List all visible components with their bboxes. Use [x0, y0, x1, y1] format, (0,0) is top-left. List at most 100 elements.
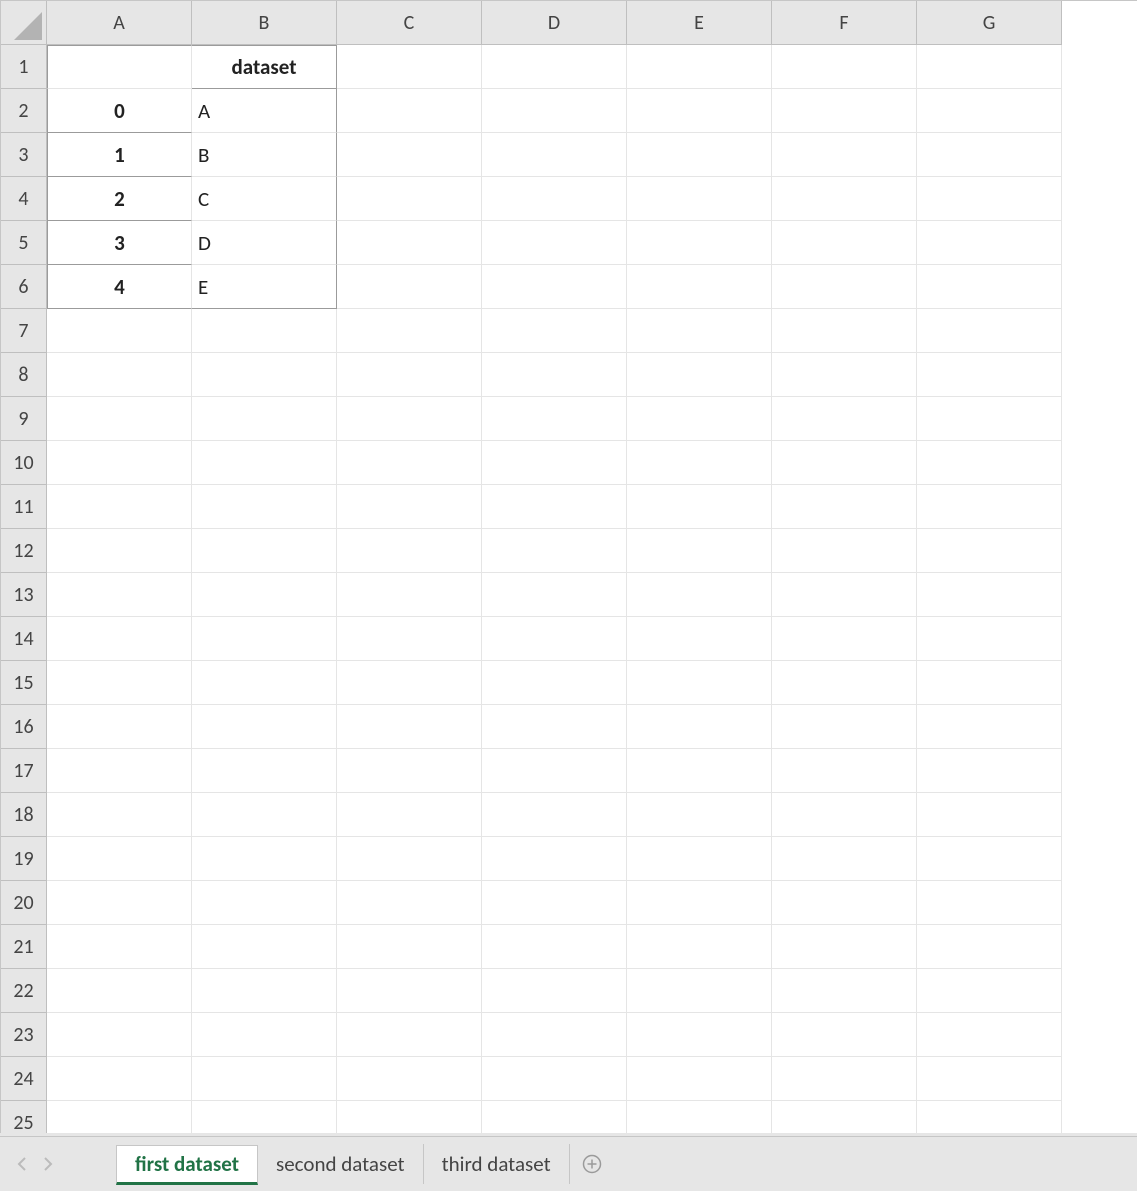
- cell-D25[interactable]: [482, 1101, 627, 1133]
- cell-C23[interactable]: [337, 1013, 482, 1057]
- cell-E25[interactable]: [627, 1101, 772, 1133]
- cell-E16[interactable]: [627, 705, 772, 749]
- cell-D23[interactable]: [482, 1013, 627, 1057]
- cell-E13[interactable]: [627, 573, 772, 617]
- cell-E8[interactable]: [627, 353, 772, 397]
- cell-C6[interactable]: [337, 265, 482, 309]
- cell-G24[interactable]: [917, 1057, 1062, 1101]
- cell-E11[interactable]: [627, 485, 772, 529]
- cell-B2[interactable]: A: [192, 89, 337, 133]
- row-header-1[interactable]: 1: [1, 45, 47, 89]
- worksheet-grid[interactable]: A B C D E F G 1 dataset 2 0 A 3 1 B: [0, 0, 1137, 1133]
- cell-F25[interactable]: [772, 1101, 917, 1133]
- cell-G1[interactable]: [917, 45, 1062, 89]
- cell-B19[interactable]: [192, 837, 337, 881]
- cell-F23[interactable]: [772, 1013, 917, 1057]
- cell-B17[interactable]: [192, 749, 337, 793]
- cell-A22[interactable]: [47, 969, 192, 1013]
- cell-F3[interactable]: [772, 133, 917, 177]
- cell-G22[interactable]: [917, 969, 1062, 1013]
- cell-E15[interactable]: [627, 661, 772, 705]
- col-header-G[interactable]: G: [917, 1, 1062, 45]
- cell-B7[interactable]: [192, 309, 337, 353]
- col-header-C[interactable]: C: [337, 1, 482, 45]
- cell-A21[interactable]: [47, 925, 192, 969]
- cell-B1[interactable]: dataset: [192, 45, 337, 89]
- tab-scroll-right-icon[interactable]: [36, 1152, 60, 1176]
- cell-C5[interactable]: [337, 221, 482, 265]
- cell-G4[interactable]: [917, 177, 1062, 221]
- cell-B22[interactable]: [192, 969, 337, 1013]
- row-header-4[interactable]: 4: [1, 177, 47, 221]
- cell-A1[interactable]: [47, 45, 192, 89]
- cell-D22[interactable]: [482, 969, 627, 1013]
- cell-A14[interactable]: [47, 617, 192, 661]
- cell-C12[interactable]: [337, 529, 482, 573]
- cell-A12[interactable]: [47, 529, 192, 573]
- cell-E10[interactable]: [627, 441, 772, 485]
- cell-C2[interactable]: [337, 89, 482, 133]
- cell-F7[interactable]: [772, 309, 917, 353]
- cell-F22[interactable]: [772, 969, 917, 1013]
- cell-G16[interactable]: [917, 705, 1062, 749]
- select-all-corner[interactable]: [1, 1, 47, 45]
- cell-F13[interactable]: [772, 573, 917, 617]
- cell-A6[interactable]: 4: [47, 265, 192, 309]
- cell-C19[interactable]: [337, 837, 482, 881]
- cell-D7[interactable]: [482, 309, 627, 353]
- cell-G7[interactable]: [917, 309, 1062, 353]
- cell-G13[interactable]: [917, 573, 1062, 617]
- cell-C20[interactable]: [337, 881, 482, 925]
- cell-E24[interactable]: [627, 1057, 772, 1101]
- row-header-13[interactable]: 13: [1, 573, 47, 617]
- cell-C1[interactable]: [337, 45, 482, 89]
- cell-E1[interactable]: [627, 45, 772, 89]
- cell-E17[interactable]: [627, 749, 772, 793]
- row-header-15[interactable]: 15: [1, 661, 47, 705]
- cell-D14[interactable]: [482, 617, 627, 661]
- cell-G17[interactable]: [917, 749, 1062, 793]
- cell-D13[interactable]: [482, 573, 627, 617]
- row-header-6[interactable]: 6: [1, 265, 47, 309]
- cell-G10[interactable]: [917, 441, 1062, 485]
- cell-D4[interactable]: [482, 177, 627, 221]
- cell-D2[interactable]: [482, 89, 627, 133]
- new-sheet-button[interactable]: [570, 1154, 614, 1174]
- row-header-19[interactable]: 19: [1, 837, 47, 881]
- cell-E2[interactable]: [627, 89, 772, 133]
- cell-D24[interactable]: [482, 1057, 627, 1101]
- cell-C10[interactable]: [337, 441, 482, 485]
- cell-G20[interactable]: [917, 881, 1062, 925]
- cell-B3[interactable]: B: [192, 133, 337, 177]
- cell-D8[interactable]: [482, 353, 627, 397]
- cell-G23[interactable]: [917, 1013, 1062, 1057]
- cell-D6[interactable]: [482, 265, 627, 309]
- cell-A23[interactable]: [47, 1013, 192, 1057]
- cell-C8[interactable]: [337, 353, 482, 397]
- cell-F5[interactable]: [772, 221, 917, 265]
- row-header-25[interactable]: 25: [1, 1101, 47, 1133]
- cell-F9[interactable]: [772, 397, 917, 441]
- row-header-22[interactable]: 22: [1, 969, 47, 1013]
- cell-C21[interactable]: [337, 925, 482, 969]
- cell-B20[interactable]: [192, 881, 337, 925]
- cell-E6[interactable]: [627, 265, 772, 309]
- cell-A11[interactable]: [47, 485, 192, 529]
- cell-C9[interactable]: [337, 397, 482, 441]
- cell-A24[interactable]: [47, 1057, 192, 1101]
- cell-B12[interactable]: [192, 529, 337, 573]
- row-header-9[interactable]: 9: [1, 397, 47, 441]
- cell-D17[interactable]: [482, 749, 627, 793]
- cell-A2[interactable]: 0: [47, 89, 192, 133]
- cell-F18[interactable]: [772, 793, 917, 837]
- row-header-8[interactable]: 8: [1, 353, 47, 397]
- cell-C22[interactable]: [337, 969, 482, 1013]
- cell-C25[interactable]: [337, 1101, 482, 1133]
- cell-D11[interactable]: [482, 485, 627, 529]
- cell-G21[interactable]: [917, 925, 1062, 969]
- col-header-B[interactable]: B: [192, 1, 337, 45]
- cell-G18[interactable]: [917, 793, 1062, 837]
- cell-A16[interactable]: [47, 705, 192, 749]
- cell-B6[interactable]: E: [192, 265, 337, 309]
- cell-C4[interactable]: [337, 177, 482, 221]
